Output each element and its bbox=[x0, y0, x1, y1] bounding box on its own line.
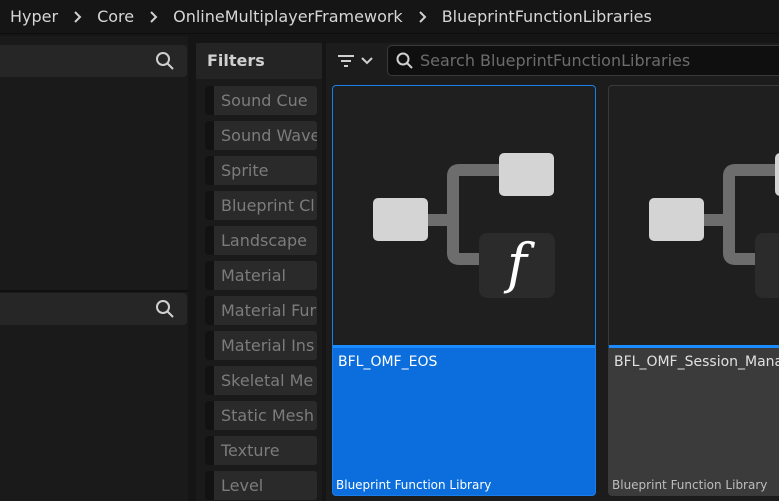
filter-item[interactable]: Sprite bbox=[205, 156, 317, 185]
filter-item-label: Landscape bbox=[221, 231, 307, 250]
filter-item-label: Blueprint Cl bbox=[221, 196, 315, 215]
filter-item-label: Sound Cue bbox=[221, 91, 308, 110]
filters-title: Filters bbox=[196, 43, 322, 79]
blueprint-function-icon: f bbox=[373, 153, 555, 298]
filter-item[interactable]: Material bbox=[205, 261, 317, 290]
content-browser: Hyper Core OnlineMultiplayerFramework Bl… bbox=[0, 0, 779, 501]
asset-type-color-bar bbox=[609, 345, 779, 348]
search-icon[interactable] bbox=[155, 51, 175, 71]
asset-type-color-bar bbox=[333, 345, 595, 348]
filter-item[interactable]: Landscape bbox=[205, 226, 317, 255]
asset-tile-bfl-omf-eos[interactable]: f BFL_OMF_EOS Blueprint Function Library bbox=[332, 85, 596, 496]
view-options-button[interactable] bbox=[336, 48, 378, 74]
filter-item-label: Skeletal Me bbox=[221, 371, 314, 390]
blueprint-function-icon: f bbox=[649, 153, 779, 298]
chevron-right-icon bbox=[150, 10, 158, 23]
breadcrumb: Hyper Core OnlineMultiplayerFramework Bl… bbox=[0, 0, 779, 34]
chevron-right-icon bbox=[74, 10, 82, 23]
filter-lines-icon bbox=[338, 55, 354, 67]
filter-item[interactable]: Skeletal Me bbox=[205, 366, 317, 395]
chevron-down-icon bbox=[361, 57, 373, 65]
filter-item[interactable]: Blueprint Cl bbox=[205, 191, 317, 220]
filter-toggle-chip[interactable] bbox=[205, 401, 214, 430]
panel-splitter[interactable] bbox=[0, 290, 188, 292]
collections-search-box[interactable] bbox=[0, 293, 187, 325]
filter-toggle-chip[interactable] bbox=[205, 226, 214, 255]
filter-toggle-chip[interactable] bbox=[205, 121, 214, 150]
folder-search-box[interactable] bbox=[0, 45, 187, 77]
breadcrumb-item-hyper[interactable]: Hyper bbox=[10, 7, 58, 26]
filter-item-label: Sprite bbox=[221, 161, 269, 180]
filter-toggle-chip[interactable] bbox=[205, 471, 214, 500]
filter-toggle-chip[interactable] bbox=[205, 86, 214, 115]
filter-item[interactable]: Material Fur bbox=[205, 296, 317, 325]
filter-toggle-chip[interactable] bbox=[205, 331, 214, 360]
filters-panel: Filters Sound Cue Sound Wave Sprite Bluepri… bbox=[196, 43, 322, 501]
search-icon[interactable] bbox=[155, 299, 175, 319]
filter-toggle-chip[interactable] bbox=[205, 156, 214, 185]
filter-item[interactable]: Texture bbox=[205, 436, 317, 465]
search-input[interactable] bbox=[420, 46, 779, 75]
chevron-right-icon bbox=[418, 10, 427, 23]
breadcrumb-item-blueprint-function-libraries[interactable]: BlueprintFunctionLibraries bbox=[442, 7, 652, 26]
filter-toggle-chip[interactable] bbox=[205, 366, 214, 395]
filter-item[interactable]: Sound Wave bbox=[205, 121, 317, 150]
filter-item-label: Material Fur bbox=[221, 301, 317, 320]
filter-item-label: Material bbox=[221, 266, 286, 285]
filter-item-label: Static Mesh bbox=[221, 406, 314, 425]
search-icon bbox=[396, 52, 413, 69]
filter-item[interactable]: Material Ins bbox=[205, 331, 317, 360]
asset-thumbnail: f bbox=[333, 86, 595, 345]
filter-item[interactable]: Sound Cue bbox=[205, 86, 317, 115]
filter-item[interactable]: Static Mesh bbox=[205, 401, 317, 430]
sources-panel bbox=[0, 36, 188, 501]
filter-toggle-chip[interactable] bbox=[205, 296, 214, 325]
asset-tile-bfl-omf-session-manager[interactable]: f BFL_OMF_Session_Mana Blueprint Functio… bbox=[608, 85, 779, 496]
asset-thumbnail: f bbox=[609, 86, 779, 345]
filter-item-label: Sound Wave bbox=[221, 126, 317, 145]
breadcrumb-item-online-multiplayer-framework[interactable]: OnlineMultiplayerFramework bbox=[173, 7, 403, 26]
filter-item-label: Material Ins bbox=[221, 336, 315, 355]
filter-item-label: Texture bbox=[221, 441, 280, 460]
filter-toggle-chip[interactable] bbox=[205, 191, 214, 220]
breadcrumb-item-core[interactable]: Core bbox=[97, 7, 134, 26]
asset-name: BFL_OMF_Session_Mana bbox=[614, 354, 779, 370]
filter-toggle-chip[interactable] bbox=[205, 261, 214, 290]
filter-item-label: Level bbox=[221, 476, 264, 495]
asset-type-label: Blueprint Function Library bbox=[612, 478, 768, 492]
asset-type-label: Blueprint Function Library bbox=[336, 478, 492, 492]
asset-search-box bbox=[387, 45, 779, 76]
filter-toggle-chip[interactable] bbox=[205, 436, 214, 465]
asset-name: BFL_OMF_EOS bbox=[338, 354, 438, 370]
filter-item[interactable]: Level bbox=[205, 471, 317, 500]
